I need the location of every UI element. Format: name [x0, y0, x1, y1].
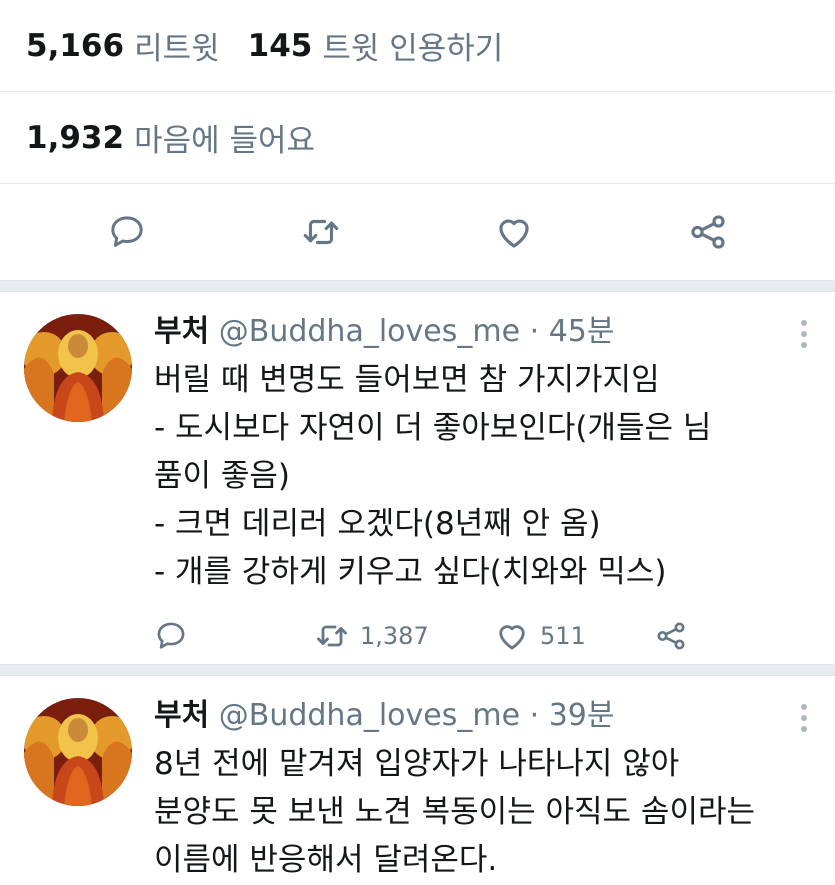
section-separator	[0, 280, 835, 292]
tweet-text: 버릴 때 변명도 들어보면 참 가지가지임 - 도시보다 자연이 더 좋아보인다…	[154, 356, 815, 596]
author-name[interactable]: 부처	[154, 698, 209, 733]
tweet-line: 품이 좋음)	[154, 458, 291, 494]
engagement-stats-retweets: 5,166 리트윗 145 트윗 인용하기	[0, 0, 835, 92]
avatar[interactable]	[24, 698, 132, 806]
reply-tweet[interactable]: 부처 @Buddha_loves_me · 45분 버릴 때 변명도 들어보면 …	[0, 292, 835, 664]
more-vertical-icon[interactable]	[801, 320, 809, 353]
retweet-icon[interactable]	[299, 210, 343, 254]
avatar[interactable]	[24, 314, 132, 422]
author-handle[interactable]: @Buddha_loves_me	[219, 314, 520, 349]
retweet-count: 1,387	[360, 622, 429, 650]
tweet-line: - 크면 데리러 오겠다(8년째 안 옴)	[154, 506, 601, 542]
tweet-line: 이름에 반응해서 달려온다.	[154, 842, 498, 878]
retweet-button[interactable]: 1,387	[314, 618, 494, 654]
quotes-label[interactable]: 트윗 인용하기	[322, 23, 503, 68]
tweet-header: 부처 @Buddha_loves_me · 39분	[154, 696, 815, 736]
share-icon[interactable]	[686, 210, 730, 254]
main-tweet-action-bar	[0, 184, 835, 280]
tweet-text: 8년 전에 맡겨져 입양자가 나타나지 않아 분양도 못 보낸 노견 복동이는 …	[154, 740, 815, 884]
author-handle[interactable]: @Buddha_loves_me	[219, 698, 520, 733]
tweet-action-bar: 1,387 511	[154, 606, 815, 666]
tweet-line: - 개를 강하게 키우고 싶다(치와와 믹스)	[154, 554, 667, 590]
share-button[interactable]	[654, 619, 688, 653]
like-button[interactable]: 511	[494, 618, 654, 654]
separator-dot: ·	[529, 314, 540, 349]
likes-label[interactable]: 마음에 들어요	[134, 115, 315, 160]
tweet-time[interactable]: 45분	[549, 314, 615, 349]
more-vertical-icon[interactable]	[801, 704, 809, 737]
heart-icon	[499, 625, 525, 650]
tweet-line: 8년 전에 맡겨져 입양자가 나타나지 않아	[154, 746, 680, 782]
reply-button[interactable]	[154, 619, 314, 653]
tweet-line: - 도시보다 자연이 더 좋아보인다(개들은 님	[154, 410, 712, 446]
tweet-time[interactable]: 39분	[549, 698, 615, 733]
retweet-icon	[317, 625, 347, 647]
quotes-count[interactable]: 145	[248, 28, 313, 64]
author-name[interactable]: 부처	[154, 314, 209, 349]
tweet-line: 분양도 못 보낸 노견 복동이는 아직도 솜이라는	[154, 794, 756, 830]
likes-count[interactable]: 1,932	[26, 120, 124, 156]
reply-icon	[157, 622, 185, 649]
reply-tweet[interactable]: 부처 @Buddha_loves_me · 39분 8년 전에 맡겨져 입양자가…	[0, 676, 835, 878]
engagement-stats-likes: 1,932 마음에 들어요	[0, 92, 835, 184]
reply-icon[interactable]	[105, 210, 149, 254]
heart-icon[interactable]	[492, 210, 536, 254]
tweet-line: 버릴 때 변명도 들어보면 참 가지가지임	[154, 362, 660, 398]
separator-dot: ·	[529, 698, 540, 733]
like-count: 511	[540, 622, 586, 650]
share-icon	[657, 622, 685, 650]
tweet-header: 부처 @Buddha_loves_me · 45분	[154, 312, 815, 352]
retweets-label[interactable]: 리트윗	[134, 23, 220, 68]
retweets-count[interactable]: 5,166	[26, 28, 124, 64]
